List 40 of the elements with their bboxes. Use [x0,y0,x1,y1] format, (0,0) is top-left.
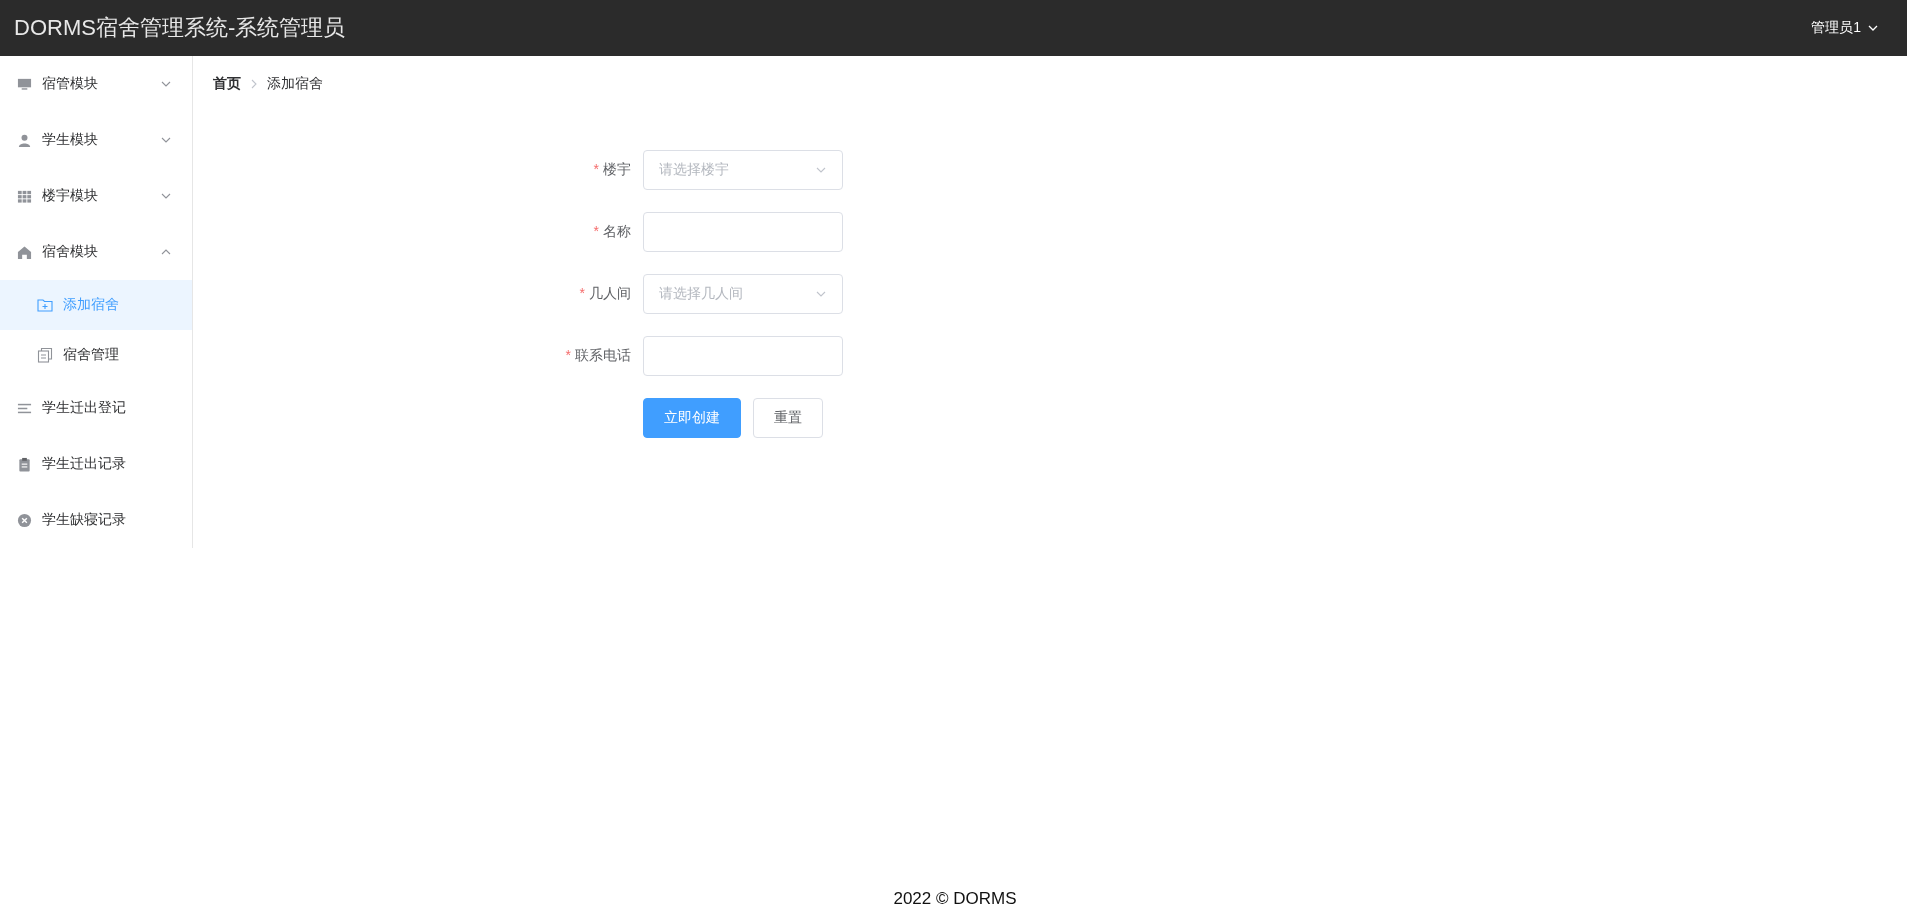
input-field[interactable] [643,336,843,376]
footer-text: 2022 © DORMS [892,889,1018,910]
required-mark: * [565,347,571,363]
menu-label: 学生迁出登记 [42,399,127,417]
field-label: 楼宇 [603,161,631,177]
menu-item[interactable]: 学生缺寝记录 [0,492,192,548]
folder-plus-icon [37,297,53,313]
monitor-icon [17,76,32,92]
app-title: DORMS宿舍管理系统-系统管理员 [14,14,346,42]
menu-item[interactable]: 学生迁出登记 [0,380,192,436]
menu-label: 楼宇模块 [42,187,99,205]
close-circle-icon [17,512,32,528]
user-icon [17,132,32,148]
input-field[interactable] [643,212,843,252]
menu-label: 学生模块 [42,131,99,149]
menu-item[interactable]: 学生迁出记录 [0,436,192,492]
grid-icon [17,188,32,204]
field-label: 联系电话 [575,347,631,363]
menu-item[interactable]: 楼宇模块 [0,168,192,224]
chevron-icon [250,78,258,90]
clipboard-icon [17,456,32,472]
menu-item[interactable]: 学生模块 [0,112,192,168]
submenu-item[interactable]: 宿舍管理 [0,330,192,380]
documents-icon [37,347,53,363]
menu-label: 宿舍模块 [42,243,99,261]
required-mark: * [593,223,599,239]
field-label: 名称 [603,223,631,239]
breadcrumb-item[interactable]: 首页 [213,75,241,93]
breadcrumb-item: 添加宿舍 [267,75,323,93]
field-label: 几人间 [589,285,631,301]
house-icon [17,244,32,260]
user-menu[interactable]: 管理员1 [1811,19,1879,37]
menu-label: 学生迁出记录 [42,455,127,473]
menu-item[interactable]: 宿管模块 [0,56,192,112]
menu-label: 学生缺寝记录 [42,511,127,529]
required-mark: * [579,285,585,301]
menu-item[interactable]: 宿舍模块 [0,224,192,280]
required-mark: * [593,161,599,177]
menu-label: 宿管模块 [42,75,99,93]
reset-button[interactable]: 重置 [753,398,823,438]
